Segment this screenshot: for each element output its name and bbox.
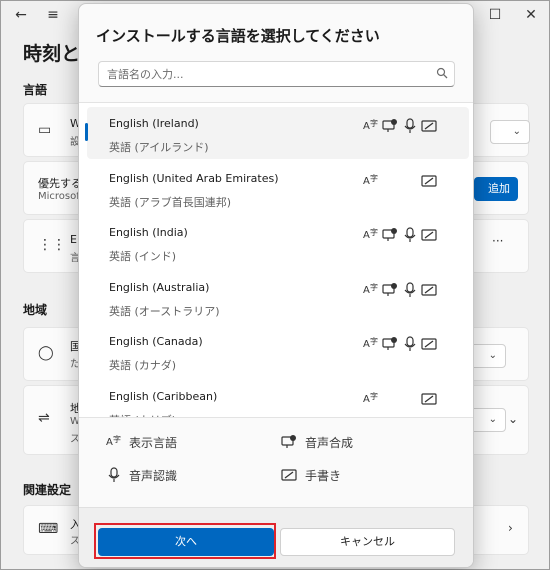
handwriting-icon (421, 120, 437, 132)
section-heading-language: 言語 (23, 83, 48, 97)
more-options-icon[interactable]: ··· (492, 234, 503, 248)
language-native-name: 英語 (カナダ) (109, 359, 177, 372)
handwriting-icon (281, 469, 297, 481)
display-language-icon: A字 (363, 282, 378, 296)
svg-text:A: A (363, 339, 370, 350)
globe-icon: ◯ (38, 345, 54, 361)
handwriting-icon (421, 283, 437, 296)
feature-legend: A 字 表示言語 音声合成 音声認識 手書き (79, 419, 473, 507)
svg-text:字: 字 (370, 227, 378, 237)
language-native-name: 英語 (アラブ首長国連邦) (109, 195, 232, 209)
svg-text:字: 字 (113, 434, 121, 444)
language-name: English (Australia) (109, 280, 210, 294)
hamburger-menu-icon[interactable]: ≡ (41, 7, 65, 23)
svg-text:字: 字 (370, 282, 378, 292)
language-native-name: 英語 (カリブ) (109, 412, 176, 418)
language-name: English (Caribbean) (109, 389, 218, 403)
expand-chevron-icon[interactable]: ⌄ (508, 412, 518, 426)
speech-recognition-icon (404, 227, 416, 242)
language-name: English (India) (109, 226, 188, 239)
svg-text:字: 字 (370, 173, 378, 183)
language-name: English (United Arab Emirates) (109, 171, 279, 185)
keyboard-icon: ⌨ (38, 521, 59, 537)
svg-text:A: A (363, 176, 370, 187)
language-native-name: 英語 (インド) (109, 250, 177, 263)
language-list-item[interactable]: English (Australia) 英語 (オーストラリア) A 字 (87, 271, 469, 323)
chevron-right-icon[interactable]: › (508, 521, 513, 535)
chevron-down-icon[interactable]: ⌄ (490, 120, 530, 144)
language-list-item[interactable]: English (Canada) 英語 (カナダ) A 字 (87, 325, 469, 377)
maximize-icon[interactable]: ☐ (483, 7, 507, 23)
language-list-item[interactable]: English (India) 英語 (インド) A 字 (87, 216, 469, 268)
text-to-speech-icon (382, 282, 397, 296)
language-native-name: 英語 (アイルランド) (109, 141, 209, 154)
speech-recognition-icon (404, 336, 416, 351)
svg-text:字: 字 (370, 336, 378, 346)
speech-recognition-icon (404, 118, 416, 133)
search-icon[interactable] (436, 67, 448, 79)
svg-text:A: A (363, 230, 370, 241)
dialog-footer: 次へ キャンセル (79, 507, 473, 567)
language-list-item[interactable]: English (Ireland) 英語 (アイルランド) A 字 (85, 107, 469, 159)
display-language-icon: A字 (363, 173, 378, 187)
text-to-speech-icon (281, 435, 296, 448)
section-heading-region: 地域 (23, 303, 48, 317)
drag-handle-icon[interactable]: ⋮⋮ (38, 237, 66, 253)
language-list-item[interactable]: English (United Arab Emirates) 英語 (アラブ首長国… (87, 162, 469, 214)
speech-recognition-icon (108, 467, 120, 482)
handwriting-icon (421, 392, 437, 405)
svg-text:A: A (363, 121, 370, 132)
svg-text:字: 字 (370, 391, 378, 401)
svg-text:A: A (106, 437, 113, 448)
display-language-icon: A字 (363, 391, 378, 405)
search-input[interactable] (107, 64, 427, 84)
language-name: English (Canada) (109, 335, 203, 348)
display-language-icon: A字 (363, 336, 378, 350)
text-to-speech-icon (382, 119, 397, 132)
handwriting-icon (421, 229, 437, 241)
language-list[interactable]: English (Ireland) 英語 (アイルランド) A 字 English (U… (79, 102, 473, 418)
text-to-speech-icon (382, 337, 397, 350)
card-title: E (70, 233, 77, 246)
svg-text:A: A (363, 394, 370, 405)
language-name: English (Ireland) (109, 117, 199, 130)
text-to-speech-icon (382, 228, 397, 241)
legend-display-language: 表示言語 (129, 436, 178, 450)
legend-speech-recognition: 音声認識 (129, 469, 178, 483)
page-title: 時刻と (23, 43, 81, 65)
cancel-button[interactable]: キャンセル (280, 528, 455, 556)
language-native-name: 英語 (オーストラリア) (109, 304, 220, 318)
display-language-icon: A字 (363, 227, 378, 241)
language-search-box (98, 61, 455, 87)
card-subtitle: Microsoft (38, 191, 84, 202)
handwriting-icon (421, 338, 437, 350)
dialog-title: インストールする言語を選択してください (96, 27, 380, 45)
section-heading-related: 関連設定 (23, 483, 72, 497)
monitor-icon: ▭ (38, 122, 52, 138)
handwriting-icon (421, 174, 437, 187)
display-language-icon: A 字 (106, 434, 121, 448)
speech-recognition-icon (404, 281, 416, 297)
svg-text:字: 字 (370, 118, 378, 128)
language-list-item[interactable]: English (Caribbean) 英語 (カリブ) A字 (87, 380, 469, 418)
choose-language-dialog: インストールする言語を選択してください English (Ireland) 英語 … (78, 3, 474, 568)
legend-text-to-speech: 音声合成 (305, 436, 354, 450)
display-language-icon: A字 (363, 118, 378, 132)
next-button[interactable]: 次へ (98, 528, 274, 556)
selection-indicator (85, 123, 88, 141)
svg-text:A: A (363, 285, 370, 296)
regional-format-icon: ⇌ (38, 410, 50, 426)
close-icon[interactable]: ✕ (519, 7, 543, 23)
legend-handwriting: 手書き (305, 469, 342, 483)
back-arrow-icon[interactable]: ← (9, 7, 33, 23)
card-title: 優先する (38, 177, 82, 190)
add-language-button[interactable]: 追加 (474, 177, 518, 201)
